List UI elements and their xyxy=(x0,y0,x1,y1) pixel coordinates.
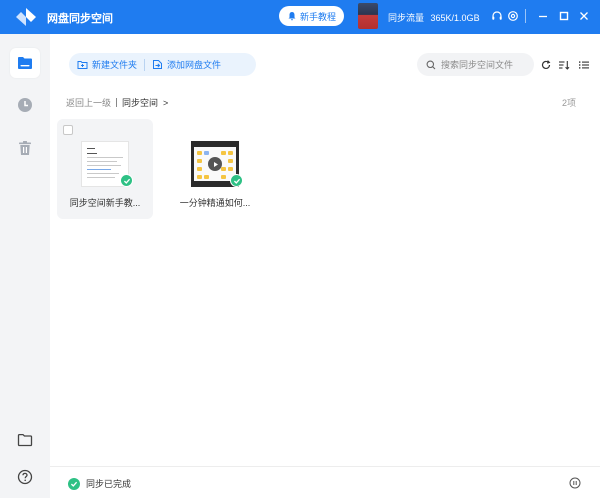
refresh-icon[interactable] xyxy=(539,58,553,72)
sync-complete-icon xyxy=(68,477,80,490)
item-count: 2项 xyxy=(562,98,577,108)
clock-icon xyxy=(18,98,32,112)
bell-icon xyxy=(288,12,296,21)
new-folder-label: 新建文件夹 xyxy=(92,60,138,70)
minimize-icon[interactable] xyxy=(536,9,550,23)
headset-icon[interactable] xyxy=(490,9,504,23)
traffic-label: 同步流量 xyxy=(388,13,425,23)
new-folder-button[interactable]: 新建文件夹 xyxy=(77,58,137,71)
tutorial-label: 新手教程 xyxy=(299,11,336,22)
maximize-icon[interactable] xyxy=(557,9,571,23)
sidebar-help[interactable] xyxy=(10,462,40,492)
sync-status: 同步已完成 xyxy=(68,477,131,490)
list-view-icon[interactable] xyxy=(577,58,591,72)
synced-badge xyxy=(230,174,243,187)
play-icon xyxy=(208,157,222,171)
new-folder-icon xyxy=(77,61,88,69)
back-link[interactable]: 返回上一级 xyxy=(66,96,111,109)
file-name: 同步空间新手教... xyxy=(69,198,141,208)
search-box[interactable] xyxy=(417,53,534,76)
trash-icon xyxy=(19,141,31,155)
file-card[interactable]: 同步空间新手教... xyxy=(57,119,153,219)
settings-icon[interactable] xyxy=(506,9,520,23)
search-input[interactable] xyxy=(441,59,526,70)
pause-icon[interactable] xyxy=(569,477,581,489)
sync-status-label: 同步已完成 xyxy=(86,479,132,489)
sort-icon[interactable] xyxy=(557,58,571,72)
check-icon xyxy=(233,178,240,184)
title-bar: 网盘同步空间 新手教程 同步流量 365K/1.0GB xyxy=(0,0,600,34)
action-bar: 新建文件夹 添加网盘文件 xyxy=(69,53,256,76)
help-icon xyxy=(17,469,33,485)
folder-outline-icon xyxy=(17,433,33,447)
file-name: 一分钟精通如何... xyxy=(179,198,251,208)
sidebar-item-trash[interactable] xyxy=(10,133,40,163)
breadcrumb: 返回上一级 同步空间 > xyxy=(66,96,168,109)
avatar[interactable] xyxy=(358,3,378,29)
add-file-label: 添加网盘文件 xyxy=(167,60,222,70)
sidebar-open-folder[interactable] xyxy=(10,425,40,455)
add-file-icon xyxy=(153,60,163,69)
synced-badge xyxy=(120,174,133,187)
titlebar-divider xyxy=(525,9,526,23)
check-icon xyxy=(123,178,130,184)
close-icon[interactable] xyxy=(577,9,591,23)
sidebar xyxy=(0,34,50,498)
status-bar: 同步已完成 xyxy=(50,466,600,498)
app-title: 网盘同步空间 xyxy=(47,13,113,25)
folder-icon xyxy=(18,57,32,69)
traffic-info: 同步流量 365K/1.0GB xyxy=(388,11,480,24)
tutorial-button[interactable]: 新手教程 xyxy=(279,6,344,26)
file-card[interactable]: 一分钟精通如何... xyxy=(167,119,263,219)
add-cloud-file-button[interactable]: 添加网盘文件 xyxy=(152,58,221,71)
breadcrumb-current[interactable]: 同步空间 xyxy=(122,96,158,109)
file-checkbox[interactable] xyxy=(63,125,73,135)
sidebar-item-sync-space[interactable] xyxy=(10,48,40,78)
sidebar-item-recent[interactable] xyxy=(10,90,40,120)
traffic-value: 365K/1.0GB xyxy=(430,13,480,23)
sync-logo-icon xyxy=(16,8,36,26)
breadcrumb-arrow: > xyxy=(163,97,169,108)
search-icon xyxy=(426,60,436,69)
breadcrumb-divider xyxy=(116,98,118,107)
action-divider xyxy=(144,58,146,71)
